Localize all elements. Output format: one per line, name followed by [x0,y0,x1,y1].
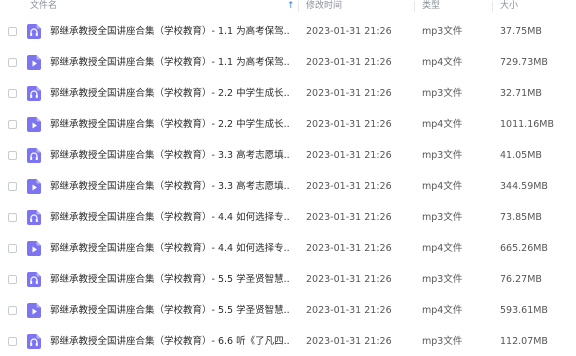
file-type: mp4文件 [422,119,463,130]
file-row[interactable]: 郭继承教授全国讲座合集（学校教育）- 1.1 为高考保驾... 2023-01-3… [0,16,576,47]
row-checkbox[interactable] [8,151,17,160]
column-size-header[interactable]: 大小 [500,0,518,12]
file-size: 112.07MB [500,336,548,347]
file-type: mp3文件 [422,88,463,99]
file-name[interactable]: 郭继承教授全国讲座合集（学校教育）- 4.4 如何选择专... [50,242,290,255]
file-row[interactable]: 郭继承教授全国讲座合集（学校教育）- 3.3 高考志愿填... 2023-01-3… [0,140,576,171]
file-size: 593.61MB [500,305,548,316]
video-file-icon [27,303,41,318]
column-header: 文件名 ↑ 修改时间 类型 大小 [0,0,576,14]
audio-file-icon [27,210,41,225]
file-modified-time: 2023-01-31 21:26 [306,26,392,37]
file-row[interactable]: 郭继承教授全国讲座合集（学校教育）- 3.3 高考志愿填... 2023-01-3… [0,171,576,202]
file-type: mp3文件 [422,274,463,285]
video-file-icon [27,241,41,256]
file-type: mp4文件 [422,57,463,68]
file-name[interactable]: 郭继承教授全国讲座合集（学校教育）- 1.1 为高考保驾... [50,56,290,69]
file-modified-time: 2023-01-31 21:26 [306,212,392,223]
row-checkbox[interactable] [8,27,17,36]
column-type-header[interactable]: 类型 [422,0,440,12]
row-checkbox[interactable] [8,213,17,222]
file-name[interactable]: 郭继承教授全国讲座合集（学校教育）- 5.5 学圣贤智慧... [50,304,290,317]
file-type: mp4文件 [422,181,463,192]
file-modified-time: 2023-01-31 21:26 [306,57,392,68]
file-row[interactable]: 郭继承教授全国讲座合集（学校教育）- 6.6 听《了凡四... 2023-01-3… [0,326,576,356]
row-checkbox[interactable] [8,120,17,129]
file-modified-time: 2023-01-31 21:26 [306,243,392,254]
column-divider [492,1,493,12]
video-file-icon [27,179,41,194]
file-type: mp3文件 [422,150,463,161]
audio-file-icon [27,272,41,287]
file-type: mp3文件 [422,26,463,37]
file-size: 76.27MB [500,274,542,285]
column-divider [414,1,415,12]
file-size: 32.71MB [500,88,542,99]
file-modified-time: 2023-01-31 21:26 [306,88,392,99]
file-list: 文件名 ↑ 修改时间 类型 大小 郭继承教授全国讲座合集（学校教育）- 1.1 … [0,0,576,356]
file-modified-time: 2023-01-31 21:26 [306,305,392,316]
file-size: 37.75MB [500,26,542,37]
audio-file-icon [27,334,41,349]
file-name[interactable]: 郭继承教授全国讲座合集（学校教育）- 5.5 学圣贤智慧... [50,273,290,286]
file-type: mp3文件 [422,212,463,223]
file-size: 665.26MB [500,243,548,254]
column-name-header[interactable]: 文件名 [30,0,57,12]
file-type: mp4文件 [422,305,463,316]
file-size: 41.05MB [500,150,542,161]
file-type: mp3文件 [422,336,463,347]
file-name[interactable]: 郭继承教授全国讲座合集（学校教育）- 4.4 如何选择专... [50,211,290,224]
video-file-icon [27,117,41,132]
row-checkbox[interactable] [8,275,17,284]
file-name[interactable]: 郭继承教授全国讲座合集（学校教育）- 1.1 为高考保驾... [50,25,290,38]
file-modified-time: 2023-01-31 21:26 [306,274,392,285]
file-name[interactable]: 郭继承教授全国讲座合集（学校教育）- 2.2 中学生成长... [50,118,290,131]
row-checkbox[interactable] [8,58,17,67]
file-name[interactable]: 郭继承教授全国讲座合集（学校教育）- 6.6 听《了凡四... [50,335,290,348]
audio-file-icon [27,24,41,39]
file-modified-time: 2023-01-31 21:26 [306,150,392,161]
audio-file-icon [27,86,41,101]
file-row[interactable]: 郭继承教授全国讲座合集（学校教育）- 2.2 中学生成长... 2023-01-3… [0,78,576,109]
file-name[interactable]: 郭继承教授全国讲座合集（学校教育）- 3.3 高考志愿填... [50,149,290,162]
file-row[interactable]: 郭继承教授全国讲座合集（学校教育）- 5.5 学圣贤智慧... 2023-01-3… [0,264,576,295]
file-row[interactable]: 郭继承教授全国讲座合集（学校教育）- 5.5 学圣贤智慧... 2023-01-3… [0,295,576,326]
video-file-icon [27,55,41,70]
file-row[interactable]: 郭继承教授全国讲座合集（学校教育）- 4.4 如何选择专... 2023-01-3… [0,202,576,233]
row-checkbox[interactable] [8,89,17,98]
column-divider [298,1,299,12]
row-checkbox[interactable] [8,306,17,315]
file-size: 729.73MB [500,57,548,68]
file-row[interactable]: 郭继承教授全国讲座合集（学校教育）- 4.4 如何选择专... 2023-01-3… [0,233,576,264]
file-size: 344.59MB [500,181,548,192]
file-name[interactable]: 郭继承教授全国讲座合集（学校教育）- 3.3 高考志愿填... [50,180,290,193]
file-modified-time: 2023-01-31 21:26 [306,181,392,192]
file-name[interactable]: 郭继承教授全国讲座合集（学校教育）- 2.2 中学生成长... [50,87,290,100]
row-checkbox[interactable] [8,337,17,346]
file-size: 73.85MB [500,212,542,223]
file-modified-time: 2023-01-31 21:26 [306,336,392,347]
audio-file-icon [27,148,41,163]
file-type: mp4文件 [422,243,463,254]
sort-up-arrow-icon[interactable]: ↑ [287,0,295,12]
file-modified-time: 2023-01-31 21:26 [306,119,392,130]
column-time-header[interactable]: 修改时间 [306,0,342,12]
file-row[interactable]: 郭继承教授全国讲座合集（学校教育）- 2.2 中学生成长... 2023-01-3… [0,109,576,140]
row-checkbox[interactable] [8,182,17,191]
file-size: 1011.16MB [500,119,554,130]
row-checkbox[interactable] [8,244,17,253]
file-row[interactable]: 郭继承教授全国讲座合集（学校教育）- 1.1 为高考保驾... 2023-01-3… [0,47,576,78]
